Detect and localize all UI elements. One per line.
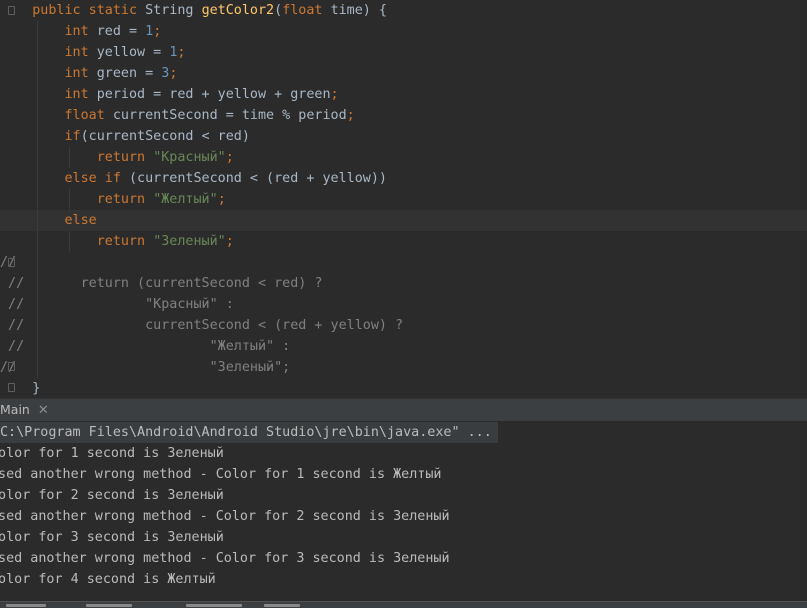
run-tab-main[interactable]: Main ✕ [0,399,53,421]
code-line[interactable]: return "Желтый"; [0,189,807,210]
code-token: "Желтый" [153,192,218,207]
code-line[interactable]: if(currentSecond < red) [0,126,807,147]
code-token: "Зеленый" [153,234,226,249]
code-line[interactable]: int period = red + yellow + green; [0,84,807,105]
code-token: return [0,150,154,165]
code-token: red = [96,24,146,39]
code-line[interactable]: // "Зеленый"; [0,357,807,378]
code-line[interactable]: else [0,210,807,231]
status-bar [0,601,807,608]
fold-icon[interactable] [8,258,15,267]
code-line[interactable]: else if (currentSecond < (red + yellow)) [0,168,807,189]
code-token: ; [177,45,186,60]
indent-guide [69,231,70,252]
code-token: getColor2 [201,3,275,18]
console-line: Used another wrong method - Color for 2 … [0,509,450,524]
code-line[interactable]: } [0,378,807,398]
fold-icon[interactable] [8,383,15,392]
indent-guide [37,21,38,378]
code-token: int [0,66,97,81]
code-token: int [0,87,97,102]
code-token: ; [225,234,234,249]
code-token: return [0,234,154,249]
code-token: ; [217,192,226,207]
code-token: if [0,129,81,144]
code-line[interactable]: float currentSecond = time % period; [0,105,807,126]
indent-guide [69,147,70,168]
code-token: // currentSecond < (red + yellow) ? [0,318,404,333]
status-item[interactable] [6,604,46,607]
code-token: // "Желтый" : [0,339,291,354]
console-line: Used another wrong method - Color for 1 … [0,467,442,482]
run-console[interactable]: C:\Program Files\Android\Android Studio\… [0,421,807,601]
fold-icon[interactable] [8,362,15,371]
fold-icon[interactable] [8,6,15,15]
console-line: Color for 1 second is Зеленый [0,446,224,461]
run-tool-window-header: Main ✕ [0,398,807,421]
code-token: "Красный" [153,150,226,165]
code-token: // "Красный" : [0,297,234,312]
code-token: return [0,192,154,207]
code-line[interactable]: public static String getColor2(float tim… [0,0,807,21]
code-line[interactable]: // "Красный" : [0,294,807,315]
status-item[interactable] [186,604,242,607]
code-token: time) { [330,3,387,18]
run-tab-label: Main [0,402,30,417]
code-line[interactable]: // "Желтый" : [0,336,807,357]
code-token: ( [274,3,283,18]
code-line[interactable]: return "Зеленый"; [0,231,807,252]
status-item[interactable] [264,604,300,607]
code-token: ; [346,108,355,123]
code-line[interactable]: int red = 1; [0,21,807,42]
code-token: ; [169,66,178,81]
code-token: yellow = [96,45,170,60]
code-line[interactable]: return "Красный"; [0,147,807,168]
code-token: int [0,24,97,39]
code-line[interactable]: int green = 3; [0,63,807,84]
code-token: green = [96,66,162,81]
code-line[interactable]: // currentSecond < (red + yellow) ? [0,315,807,336]
console-line: Color for 2 second is Зеленый [0,488,224,503]
code-token: ; [225,150,234,165]
code-token: // "Зеленый"; [0,360,291,375]
console-line: Used another wrong method - Color for 3 … [0,551,450,566]
console-command-line: C:\Program Files\Android\Android Studio\… [0,422,498,443]
code-token: String [145,3,202,18]
code-token: int [0,45,97,60]
code-token: (currentSecond < (red + yellow)) [129,171,387,186]
code-token: float [0,108,113,123]
console-line: Color for 4 second is Желтый [0,572,216,587]
code-token: else if [0,171,129,186]
status-item[interactable] [86,604,132,607]
code-token: public static [0,3,146,18]
code-token: 1 [145,24,154,39]
console-line: Color for 3 second is Зеленый [0,530,224,545]
code-token: period = red + yellow + green [96,87,331,102]
code-editor[interactable]: public static String getColor2(float tim… [0,0,807,398]
code-token: // return (currentSecond < red) ? [0,276,323,291]
code-line[interactable]: // return (currentSecond < red) ? [0,273,807,294]
code-token: currentSecond = time % period [112,108,347,123]
close-icon[interactable]: ✕ [38,404,49,417]
code-line[interactable]: // [0,252,807,273]
indent-guide [69,189,70,210]
code-token: } [0,381,41,396]
code-token: else [0,213,97,228]
code-token: (currentSecond < red) [80,129,250,144]
code-token: float [282,3,331,18]
code-token: ; [153,24,162,39]
code-line[interactable]: int yellow = 1; [0,42,807,63]
code-token: ; [330,87,339,102]
